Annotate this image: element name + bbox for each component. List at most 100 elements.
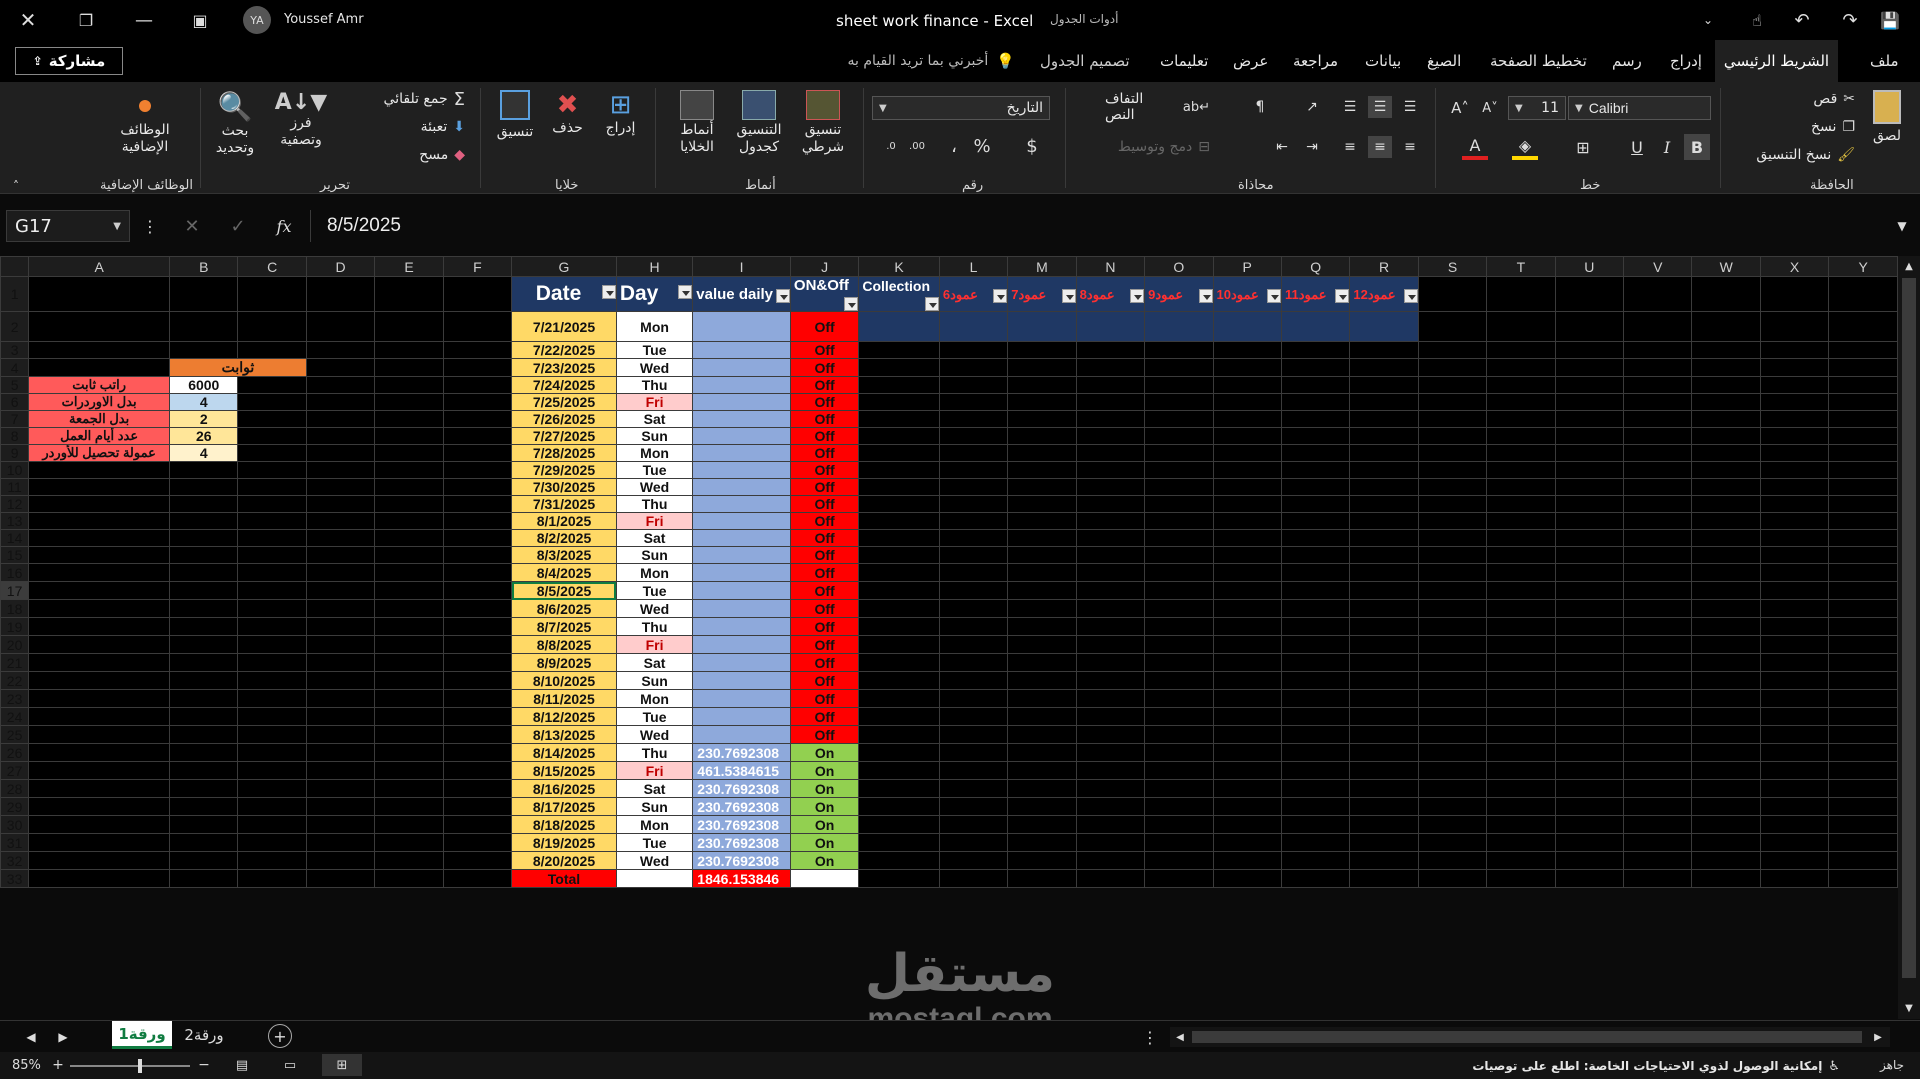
cell[interactable] xyxy=(1144,635,1214,654)
table-header-cell[interactable]: عمود11 xyxy=(1280,276,1351,312)
day-cell[interactable]: Tue xyxy=(615,707,694,726)
column-header[interactable]: E xyxy=(374,256,444,277)
cell[interactable] xyxy=(1554,833,1625,852)
cell[interactable] xyxy=(1075,358,1146,377)
cell[interactable] xyxy=(1623,341,1693,359)
row-header[interactable]: 9 xyxy=(0,444,30,462)
cell[interactable] xyxy=(1554,797,1625,816)
cell[interactable] xyxy=(1417,815,1488,834)
cell[interactable] xyxy=(442,689,513,708)
cell[interactable] xyxy=(1075,512,1146,530)
cell[interactable] xyxy=(1623,671,1693,690)
cell[interactable] xyxy=(1554,376,1625,394)
cell[interactable] xyxy=(1828,529,1898,547)
cell[interactable] xyxy=(169,743,239,762)
status-cell[interactable]: Off xyxy=(789,461,860,479)
cell[interactable] xyxy=(1623,617,1693,636)
cell[interactable] xyxy=(1349,376,1419,394)
cell[interactable] xyxy=(1417,276,1488,312)
cell[interactable] xyxy=(1828,689,1898,708)
cell[interactable] xyxy=(1280,653,1351,672)
cell[interactable] xyxy=(28,851,171,870)
filter-dropdown-icon[interactable] xyxy=(1198,288,1213,303)
cell[interactable] xyxy=(1554,707,1625,726)
cell[interactable] xyxy=(938,376,1009,394)
cell[interactable] xyxy=(1759,427,1830,445)
cell[interactable] xyxy=(938,833,1009,852)
cell[interactable] xyxy=(374,797,444,816)
cell[interactable] xyxy=(237,725,307,744)
day-cell[interactable]: Wed xyxy=(615,599,694,618)
day-cell[interactable]: Thu xyxy=(615,376,694,394)
cell[interactable] xyxy=(938,512,1009,530)
date-cell[interactable]: 8/17/2025 xyxy=(511,797,617,816)
cell[interactable] xyxy=(1828,478,1898,496)
cell[interactable] xyxy=(1144,376,1214,394)
cell[interactable] xyxy=(1828,761,1898,780)
table-header-cell[interactable]: عمود7 xyxy=(1007,276,1077,312)
cell[interactable] xyxy=(169,671,239,690)
cell[interactable] xyxy=(1007,653,1077,672)
tab-page-layout[interactable]: تخطيط الصفحة xyxy=(1490,52,1587,70)
status-cell[interactable]: Off xyxy=(789,671,860,690)
cell[interactable] xyxy=(442,427,513,445)
cell[interactable] xyxy=(169,461,239,479)
cell[interactable] xyxy=(1075,797,1146,816)
cut-button[interactable]: قص ✂ xyxy=(1760,88,1855,110)
cell[interactable] xyxy=(1691,743,1761,762)
value-cell[interactable] xyxy=(692,725,791,744)
cell[interactable] xyxy=(1144,815,1214,834)
constant-value[interactable]: 26 xyxy=(169,427,239,445)
cell[interactable] xyxy=(858,833,940,852)
cell[interactable] xyxy=(1828,563,1898,582)
cell[interactable] xyxy=(237,529,307,547)
cell[interactable] xyxy=(1007,376,1077,394)
cell[interactable] xyxy=(858,617,940,636)
cell[interactable] xyxy=(237,743,307,762)
clear-button[interactable]: مسح ◆ xyxy=(380,144,465,166)
column-header[interactable]: J xyxy=(789,256,860,277)
cell[interactable] xyxy=(1417,410,1488,428)
cell[interactable] xyxy=(28,761,171,780)
filter-dropdown-icon[interactable] xyxy=(1266,288,1281,303)
cell[interactable] xyxy=(1349,725,1419,744)
value-cell[interactable] xyxy=(692,581,791,600)
cell[interactable] xyxy=(1280,512,1351,530)
status-cell[interactable]: Off xyxy=(789,529,860,547)
cell[interactable] xyxy=(1623,563,1693,582)
cell[interactable] xyxy=(858,599,940,618)
format-as-table-button[interactable]: التنسيق كجدول xyxy=(728,90,790,166)
cell[interactable] xyxy=(305,393,376,411)
value-cell[interactable]: 230.7692308 xyxy=(692,851,791,870)
status-cell[interactable]: Off xyxy=(789,311,860,342)
cell[interactable] xyxy=(1007,358,1077,377)
redo-icon[interactable]: ↷ xyxy=(1838,8,1862,32)
date-cell[interactable]: 7/28/2025 xyxy=(511,444,617,462)
cell[interactable] xyxy=(374,478,444,496)
cell[interactable] xyxy=(1759,478,1830,496)
cell[interactable] xyxy=(1486,410,1556,428)
cell[interactable] xyxy=(374,743,444,762)
cell[interactable] xyxy=(1349,512,1419,530)
cell[interactable] xyxy=(442,851,513,870)
avatar[interactable]: YA xyxy=(243,6,271,34)
value-cell[interactable] xyxy=(692,671,791,690)
select-all-corner[interactable] xyxy=(0,256,30,277)
status-cell[interactable]: Off xyxy=(789,376,860,394)
status-cell[interactable]: Off xyxy=(789,478,860,496)
day-cell[interactable]: Mon xyxy=(615,815,694,834)
cell[interactable] xyxy=(1417,427,1488,445)
cell[interactable] xyxy=(1212,869,1282,888)
share-button[interactable]: ⇪ مشاركة xyxy=(15,47,123,75)
format-cells-button[interactable]: تنسيق xyxy=(490,90,540,166)
cell[interactable] xyxy=(1349,653,1419,672)
cell[interactable] xyxy=(237,393,307,411)
cell[interactable] xyxy=(1417,707,1488,726)
status-cell[interactable]: On xyxy=(789,851,860,870)
status-cell[interactable]: Off xyxy=(789,635,860,654)
status-cell[interactable]: Off xyxy=(789,444,860,462)
row-header[interactable]: 25 xyxy=(0,725,30,744)
cell[interactable] xyxy=(169,653,239,672)
cell[interactable] xyxy=(1075,725,1146,744)
cell[interactable] xyxy=(1554,427,1625,445)
